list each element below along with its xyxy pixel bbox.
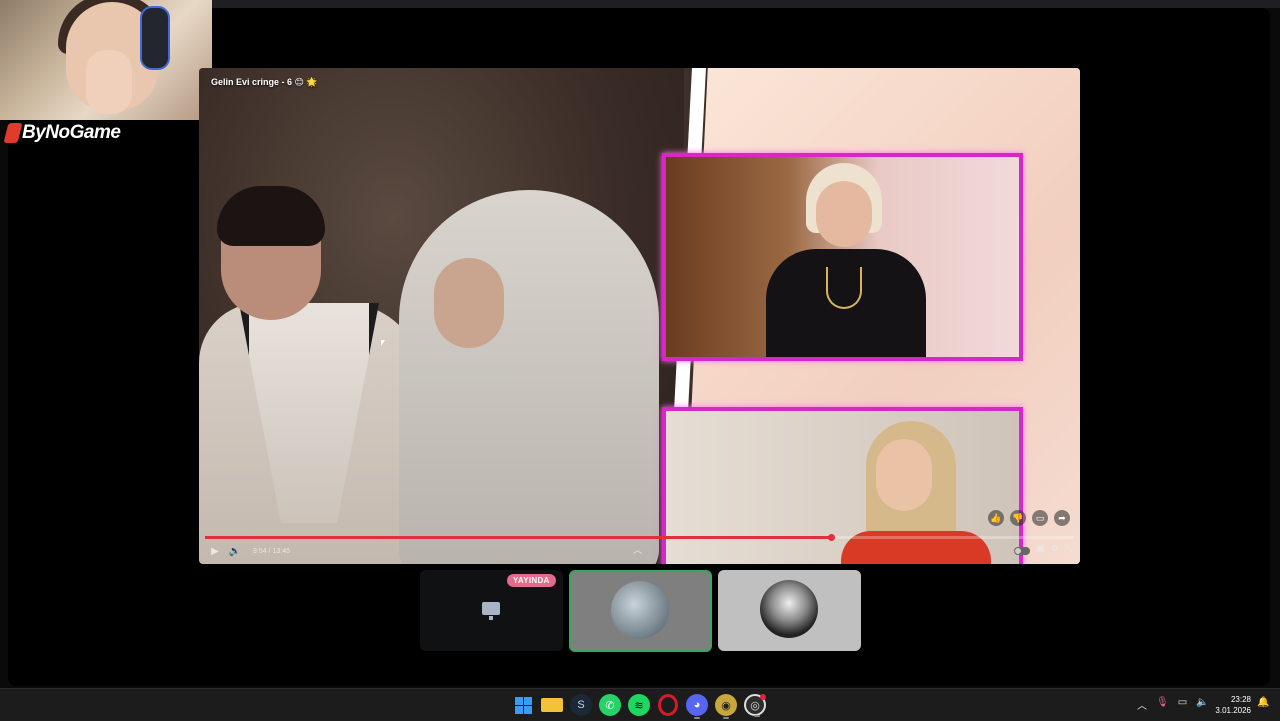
system-clock[interactable]: 23:28 3.01.2026 [1213,694,1251,716]
notification-bell-icon[interactable]: 🔔 [1257,697,1269,708]
opera-icon[interactable] [658,694,678,716]
settings-icon[interactable]: ⚙ [1051,543,1059,554]
webcam-hands [86,50,132,114]
groom-hair [217,186,325,246]
recording-dot-icon [760,694,766,700]
clock-time: 23:28 [1230,695,1251,704]
dislike-icon[interactable]: 👎 [1010,510,1026,526]
share-icon[interactable]: ➦ [1054,510,1070,526]
panel-woman2-face [876,439,932,511]
bride-face [434,258,504,348]
webcam-overlay [0,0,212,120]
progress-bar[interactable] [205,534,1074,541]
speaker-icon[interactable]: 🔈 [1196,697,1208,712]
participant-tile-speaking[interactable] [569,570,712,652]
participant-tiles: YAYINDA [420,570,861,652]
taskbar: S ✆ ≋ ◕ ◉ ◎ ︿ 🎙 ▭ 🔈 23:28 3.01.2026 🔔 [0,688,1280,721]
time-display: 9:54 / 13:45 [253,547,290,555]
spotify-icon[interactable]: ≋ [628,694,650,716]
participant-tile[interactable] [718,570,861,651]
monitor-icon [482,602,500,620]
clock-date: 3.01.2026 [1215,706,1251,715]
comment-icon[interactable]: ▭ [1032,510,1048,526]
system-tray: ︿ 🎙 ▭ 🔈 [1137,697,1209,712]
autoplay-toggle[interactable] [1014,547,1031,555]
obs-icon[interactable]: ◎ [744,694,766,717]
microphone-icon[interactable]: 🎙 [1156,697,1169,712]
like-icon[interactable]: 👍 [988,510,1004,526]
avatar [611,581,669,639]
video-scene-wedding [199,68,684,564]
logo-mark-icon [3,123,23,143]
screen-share-tile[interactable]: YAYINDA [420,570,563,651]
necklace [826,267,862,309]
bride-veil [399,190,659,564]
video-panel-top [662,153,1023,361]
file-explorer-icon[interactable] [541,698,563,712]
volume-icon[interactable]: 🔊 [225,542,245,560]
logo-text: ByNoGame [22,122,121,143]
network-icon[interactable]: ▭ [1178,697,1187,712]
play-icon[interactable]: ▶ [205,542,225,560]
shared-video-player[interactable]: Gelin Evi cringe - 6 😊 🌟 👍 👎 ▭ ➦ ▶ 🔊 9:5… [199,68,1080,564]
progress-fill [205,536,831,539]
fullscreen-icon[interactable]: ⤡ [1065,543,1072,554]
avatar [760,580,818,638]
player-controls-right: ▣ ⚙ ⤡ [1014,543,1072,555]
whatsapp-icon[interactable]: ✆ [599,694,621,716]
video-panel-bottom [662,407,1023,564]
mouse-cursor-icon [381,340,385,346]
video-action-buttons: 👍 👎 ▭ ➦ [988,510,1070,526]
headset-icon [140,6,170,70]
counter-strike-icon[interactable]: ◉ [715,694,737,719]
chevron-up-icon[interactable]: ︿ [1137,697,1147,712]
channel-logo: ByNoGame [3,121,121,145]
subtitles-icon[interactable]: ▣ [1036,543,1045,554]
discord-icon[interactable]: ◕ [686,694,708,719]
player-controls: ▶ 🔊 9:54 / 13:45 ︿ ▣ ⚙ ⤡ [205,542,1074,560]
taskbar-apps: S ✆ ≋ ◕ ◉ ◎ [512,694,766,719]
video-title: Gelin Evi cringe - 6 😊 🌟 [211,77,318,87]
progress-scrubber[interactable] [827,534,835,541]
windows-start-icon[interactable] [512,694,534,716]
steam-icon[interactable]: S [570,694,592,716]
panel-woman-face [816,181,872,247]
chevron-up-icon[interactable]: ︿ [633,543,642,556]
live-badge: YAYINDA [507,574,556,587]
